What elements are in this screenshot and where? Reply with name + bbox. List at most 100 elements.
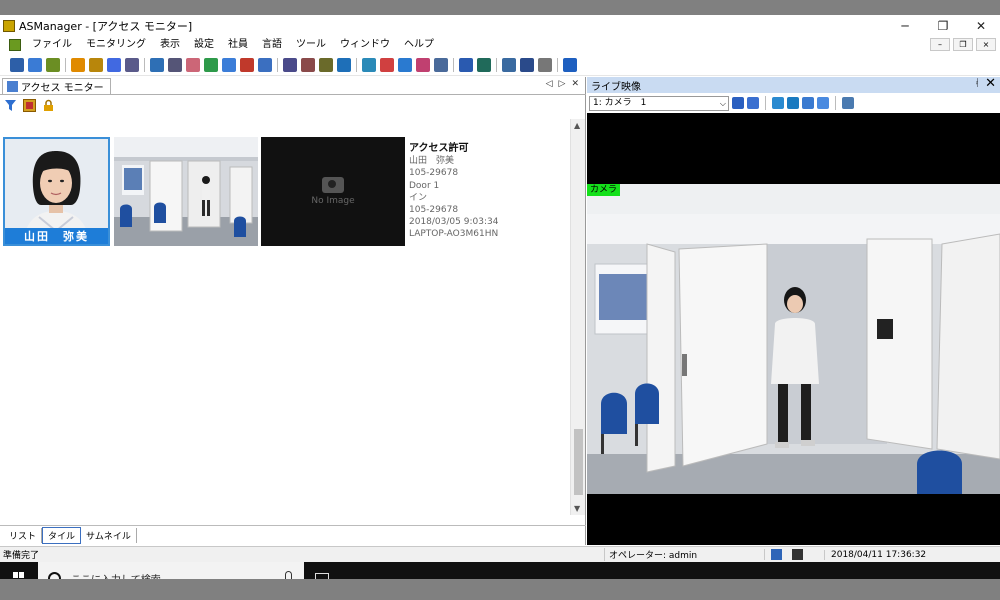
live-video-feed[interactable] (587, 184, 1000, 494)
title-bar: ASManager - [アクセス モニター] ─ ❐ ✕ (0, 15, 1000, 36)
status-datetime: 2018/04/11 17:36:32 (824, 549, 926, 560)
globe-icon[interactable] (204, 57, 218, 72)
export-icon[interactable] (46, 57, 60, 72)
zoom-out-icon[interactable] (817, 97, 829, 109)
menu-view[interactable]: 表示 (153, 36, 187, 53)
warning-icon[interactable] (71, 57, 85, 72)
access-monitor-panel: アクセス モニター ◁ ▷ ✕ 山田 弥美 No Image アクセス許可 山田… (0, 77, 586, 545)
no-image-tile[interactable]: No Image (261, 137, 405, 246)
camera-select[interactable]: 1: カメラ 1 ⌵ (589, 95, 729, 111)
lock-icon[interactable] (42, 99, 55, 112)
fit-icon[interactable] (772, 97, 784, 109)
shield-icon[interactable] (398, 57, 412, 72)
event-title: アクセス許可 (409, 143, 469, 154)
report-icon[interactable] (301, 57, 315, 72)
taskbar-search-placeholder: ここに入力して検索 (71, 571, 161, 580)
toolbar-separator (277, 57, 278, 72)
maximize-button[interactable]: ❐ (924, 15, 962, 36)
snapshot-icon[interactable] (842, 97, 854, 109)
chevron-down-icon: ⌵ (719, 98, 726, 108)
book-icon[interactable] (362, 57, 376, 72)
tab-close-button[interactable]: ✕ (571, 79, 579, 89)
task-view-icon (315, 573, 329, 579)
task-view-button[interactable] (304, 562, 340, 579)
menu-employee[interactable]: 社員 (221, 36, 255, 53)
clock-icon[interactable] (337, 57, 351, 72)
live-video-close-button[interactable]: ✕ (985, 76, 996, 91)
monitor-icon[interactable] (477, 57, 491, 72)
tab-access-monitor-label: アクセス モニター (21, 83, 104, 94)
app-window: ASManager - [アクセス モニター] ─ ❐ ✕ ファイル モニタリン… (0, 15, 1000, 579)
employee-name: 山田 弥美 (5, 228, 108, 244)
card-icon[interactable] (89, 57, 103, 72)
parking-icon[interactable] (459, 57, 473, 72)
controller-icon[interactable] (150, 57, 164, 72)
close-button[interactable]: ✕ (962, 15, 1000, 36)
event-door: Door 1 (409, 180, 440, 191)
import-icon[interactable] (28, 57, 42, 72)
windows-start-button[interactable] (0, 562, 38, 579)
id-icon[interactable] (520, 57, 534, 72)
date-icon[interactable] (380, 57, 394, 72)
play-icon[interactable] (747, 97, 759, 109)
tab-next-button[interactable]: ▷ (559, 79, 566, 89)
tab-tile[interactable]: タイル (42, 526, 82, 544)
grid-view-icon[interactable] (23, 98, 36, 112)
mdi-restore-button[interactable]: ❐ (953, 38, 973, 51)
filter-icon[interactable] (4, 99, 17, 112)
copy-icon[interactable] (319, 57, 333, 72)
schedule-icon[interactable] (222, 57, 236, 72)
menu-monitoring[interactable]: モニタリング (79, 36, 153, 53)
bus-icon[interactable] (502, 57, 516, 72)
microphone-icon[interactable] (285, 571, 292, 579)
toolbar-separator (557, 57, 558, 72)
menu-file[interactable]: ファイル (25, 36, 79, 53)
tab-list[interactable]: リスト (4, 527, 43, 543)
ptz-icon[interactable] (732, 97, 744, 109)
toolbar-separator (144, 57, 145, 72)
taskbar-search[interactable]: ここに入力して検索 (38, 562, 304, 579)
mdi-close-button[interactable]: × (976, 38, 996, 51)
fingerprint-icon[interactable] (416, 57, 430, 72)
tab-thumbnail[interactable]: サムネイル (81, 527, 137, 543)
mdi-minimize-button[interactable]: – (930, 38, 950, 51)
gear-icon[interactable] (258, 57, 272, 72)
event-info: アクセス許可 山田 弥美 105-29678 Door 1 イン 105-296… (409, 143, 498, 241)
zoom-in-icon[interactable] (802, 97, 814, 109)
toolbar-separator (356, 57, 357, 72)
pin-icon[interactable]: ᚮ (974, 78, 980, 89)
windows-icon (13, 572, 25, 579)
scroll-up-icon[interactable]: ▲ (574, 121, 580, 130)
camera-snapshot-tile[interactable] (114, 137, 258, 246)
lock-icon[interactable] (538, 57, 552, 72)
menu-tools[interactable]: ツール (289, 36, 333, 53)
user-icon[interactable] (107, 57, 121, 72)
vertical-scrollbar[interactable]: ▲ ▼ (570, 119, 585, 515)
door-icon[interactable] (125, 57, 139, 72)
menu-language[interactable]: 言語 (255, 36, 289, 53)
event-employee-id: 105-29678 (409, 205, 459, 216)
search-icon[interactable] (283, 57, 297, 72)
menu-window[interactable]: ウィンドウ (333, 36, 397, 53)
move-icon[interactable] (787, 97, 799, 109)
event-host: LAPTOP-AO3M61HN (409, 229, 499, 240)
scroll-down-icon[interactable]: ▼ (574, 504, 580, 513)
mdi-child-icon[interactable] (9, 38, 21, 51)
menu-settings[interactable]: 設定 (187, 36, 221, 53)
calendar-icon[interactable] (240, 57, 254, 72)
help-icon[interactable] (563, 57, 577, 72)
device-icon (792, 549, 803, 560)
scroll-thumb[interactable] (574, 429, 583, 495)
event-card-id: 105-29678 (409, 168, 459, 179)
menu-help[interactable]: ヘルプ (397, 36, 441, 53)
minimize-button[interactable]: ─ (886, 15, 924, 36)
camera-icon[interactable] (168, 57, 182, 72)
open-icon[interactable] (10, 57, 24, 72)
employee-photo-tile[interactable]: 山田 弥美 (3, 137, 110, 246)
hand-icon[interactable] (186, 57, 200, 72)
toolbar (0, 54, 1000, 76)
event-timestamp: 2018/03/05 9:03:34 (409, 217, 499, 228)
tab-prev-button[interactable]: ◁ (546, 79, 553, 89)
person-icon[interactable] (434, 57, 448, 72)
tab-access-monitor[interactable]: アクセス モニター (2, 78, 111, 94)
